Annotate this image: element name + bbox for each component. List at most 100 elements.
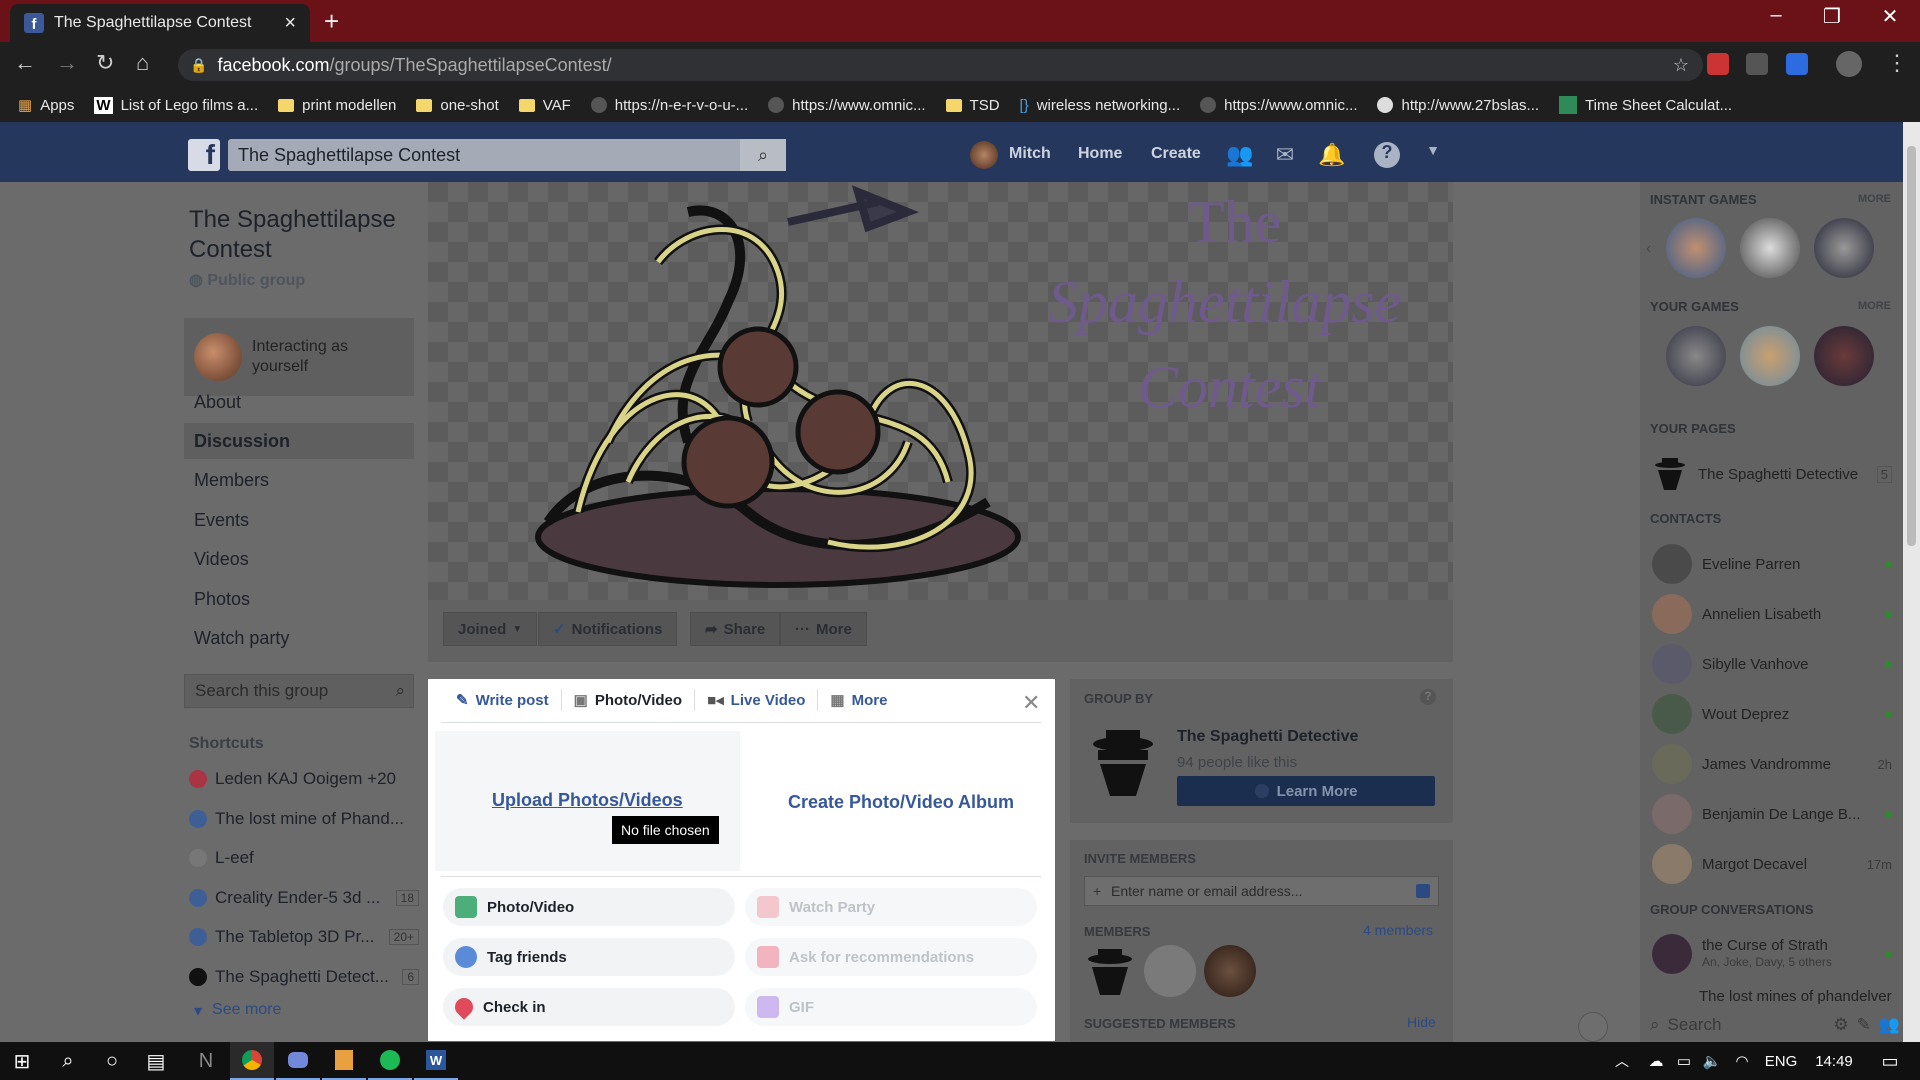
search-icon[interactable]: ⌕ (395, 681, 405, 701)
facebook-logo-icon[interactable]: f (188, 139, 220, 171)
bookmark-item[interactable]: [} wireless networking... (1020, 97, 1181, 114)
group-nav-discussion[interactable]: Discussion (184, 423, 414, 459)
forward-icon[interactable]: → (56, 50, 78, 76)
cover-photo[interactable]: The Spaghettilapse Contest (428, 182, 1453, 600)
contact-item[interactable]: Margot Decavel 17m (1652, 842, 1892, 886)
app-icon[interactable] (322, 1042, 366, 1080)
bookmark-folder[interactable]: TSD (945, 97, 1000, 114)
globe-settings-icon[interactable] (1578, 1012, 1608, 1042)
contact-item[interactable]: Sibylle Vanhove (1652, 642, 1892, 686)
address-bar[interactable]: 🔒 facebook.com/groups/TheSpaghettilapseC… (178, 49, 1703, 81)
option-check-in[interactable]: Check in (443, 988, 735, 1026)
bookmark-folder[interactable]: one-shot (416, 97, 499, 114)
instant-games-more-link[interactable]: MORE (1858, 193, 1891, 205)
menu-icon[interactable]: ⋮ (1886, 50, 1908, 76)
shortcut-item[interactable]: Creality Ender-5 3d ... 18 (189, 884, 419, 912)
shortcut-item[interactable]: Leden KAJ Ooigem +20 (189, 765, 419, 793)
tab-close-icon[interactable]: × (284, 12, 296, 35)
action-center-icon[interactable]: ▭ (1868, 1042, 1912, 1080)
conversation-item[interactable]: the Curse of Strath An, Joke, Davy, 5 oth… (1652, 932, 1892, 976)
group-nav-members[interactable]: Members (184, 462, 414, 498)
bookmark-item[interactable]: Time Sheet Calculat... (1559, 96, 1732, 114)
conversation-item[interactable]: The lost mines of phandelver (1699, 988, 1892, 1005)
your-games-more-link[interactable]: MORE (1858, 300, 1891, 312)
close-window-icon[interactable]: ✕ (1870, 4, 1910, 29)
bookmark-folder[interactable]: print modellen (278, 97, 396, 114)
member-avatar[interactable] (1144, 945, 1196, 997)
cortana-icon[interactable]: ○ (90, 1042, 134, 1080)
game-thumbnail[interactable] (1666, 326, 1726, 386)
chrome-icon[interactable] (230, 1042, 274, 1080)
game-thumbnail[interactable] (1740, 326, 1800, 386)
game-thumbnail[interactable] (1666, 218, 1726, 278)
home-icon[interactable]: ⌂ (136, 50, 149, 76)
tab-photo-video[interactable]: ▣ Photo/Video (562, 689, 696, 711)
shortcut-item[interactable]: The Tabletop 3D Pr... 20+ (189, 923, 419, 951)
game-thumbnail[interactable] (1814, 218, 1874, 278)
clock[interactable]: 14:49 (1804, 1042, 1864, 1080)
gear-icon[interactable]: ⚙ (1833, 1015, 1848, 1035)
group-nav-watch-party[interactable]: Watch party (184, 620, 414, 656)
page-name-link[interactable]: The Spaghetti Detective (1177, 728, 1358, 746)
create-link[interactable]: Create (1151, 145, 1201, 163)
chevron-left-icon[interactable]: ‹ (1646, 240, 1651, 258)
friend-requests-icon[interactable]: 👥 (1226, 142, 1253, 168)
profile-link[interactable]: Mitch (1009, 145, 1051, 163)
member-avatar[interactable] (1204, 945, 1256, 997)
hide-link[interactable]: Hide (1407, 1014, 1436, 1030)
discord-icon[interactable] (276, 1042, 320, 1080)
notifications-button[interactable]: ✓ Notifications (538, 612, 678, 646)
page-shortcut[interactable]: The Spaghetti Detective 5 (1652, 452, 1892, 496)
messenger-icon[interactable]: ✉ (1272, 142, 1298, 168)
page-scrollbar[interactable] (1903, 122, 1920, 1042)
account-menu-chevron-icon[interactable]: ▼ (1420, 142, 1446, 168)
facebook-search-input[interactable]: The Spaghettilapse Contest (228, 139, 786, 171)
game-thumbnail[interactable] (1740, 218, 1800, 278)
extension-icon[interactable] (1746, 53, 1768, 75)
browser-tab[interactable]: f The Spaghettilapse Contest × (10, 4, 310, 42)
back-icon[interactable]: ← (14, 50, 36, 76)
help-icon[interactable]: ? (1420, 689, 1436, 705)
tab-more[interactable]: ▦ More (818, 689, 899, 711)
bookmark-item[interactable]: https://www.omnic... (1200, 97, 1357, 114)
option-watch-party[interactable]: Watch Party (745, 888, 1037, 926)
group-nav-about[interactable]: About (184, 384, 414, 420)
contact-item[interactable]: Benjamin De Lange B... (1652, 792, 1892, 836)
group-nav-videos[interactable]: Videos (184, 541, 414, 577)
bookmark-item[interactable]: http://www.27bslas... (1377, 97, 1539, 114)
member-avatar[interactable] (1084, 945, 1136, 997)
search-icon[interactable]: ⌕ (46, 1042, 90, 1080)
invite-member-input[interactable]: + Enter name or email address... (1084, 876, 1439, 906)
group-nav-events[interactable]: Events (184, 502, 414, 538)
new-tab-icon[interactable]: + (324, 6, 339, 37)
minimize-icon[interactable]: – (1756, 4, 1796, 27)
see-more-link[interactable]: ▾ See more (194, 1001, 281, 1021)
reload-icon[interactable]: ↻ (96, 50, 114, 76)
user-avatar[interactable] (970, 141, 998, 169)
option-tag-friends[interactable]: Tag friends (443, 938, 735, 976)
language-indicator[interactable]: ENG (1756, 1042, 1806, 1080)
contact-item[interactable]: Wout Deprez (1652, 692, 1892, 736)
chat-search-input[interactable]: ⌕ Search ⚙ ✎ 👥 (1650, 1010, 1900, 1040)
word-icon[interactable]: W (414, 1042, 458, 1080)
upload-photos-videos-link[interactable]: Upload Photos/Videos (492, 790, 683, 811)
home-link[interactable]: Home (1078, 145, 1122, 163)
contact-item[interactable]: Eveline Parren (1652, 542, 1892, 586)
spotify-icon[interactable] (368, 1042, 412, 1080)
notifications-bell-icon[interactable]: 🔔 (1318, 142, 1345, 168)
tab-live-video[interactable]: ■◂ Live Video (695, 689, 819, 711)
bookmark-folder[interactable]: VAF (518, 97, 571, 114)
contact-item[interactable]: James Vandromme 2h (1652, 742, 1892, 786)
contacts-book-icon[interactable] (1416, 884, 1430, 898)
restore-icon[interactable]: ❐ (1812, 4, 1852, 29)
bookmark-item[interactable]: https://n-e-r-v-o-u-... (590, 97, 748, 114)
group-title[interactable]: The Spaghettilapse Contest (189, 205, 419, 265)
profile-avatar[interactable] (1836, 51, 1862, 77)
joined-button[interactable]: Joined ▼ (443, 612, 538, 646)
task-view-icon[interactable]: ▤ (134, 1042, 178, 1080)
learn-more-button[interactable]: Learn More (1177, 776, 1435, 806)
app-icon[interactable]: N (184, 1042, 228, 1080)
members-count-link[interactable]: 4 members (1363, 922, 1433, 938)
more-button[interactable]: ··· More (780, 612, 867, 646)
shortcut-item[interactable]: The Spaghetti Detect... 6 (189, 963, 419, 991)
